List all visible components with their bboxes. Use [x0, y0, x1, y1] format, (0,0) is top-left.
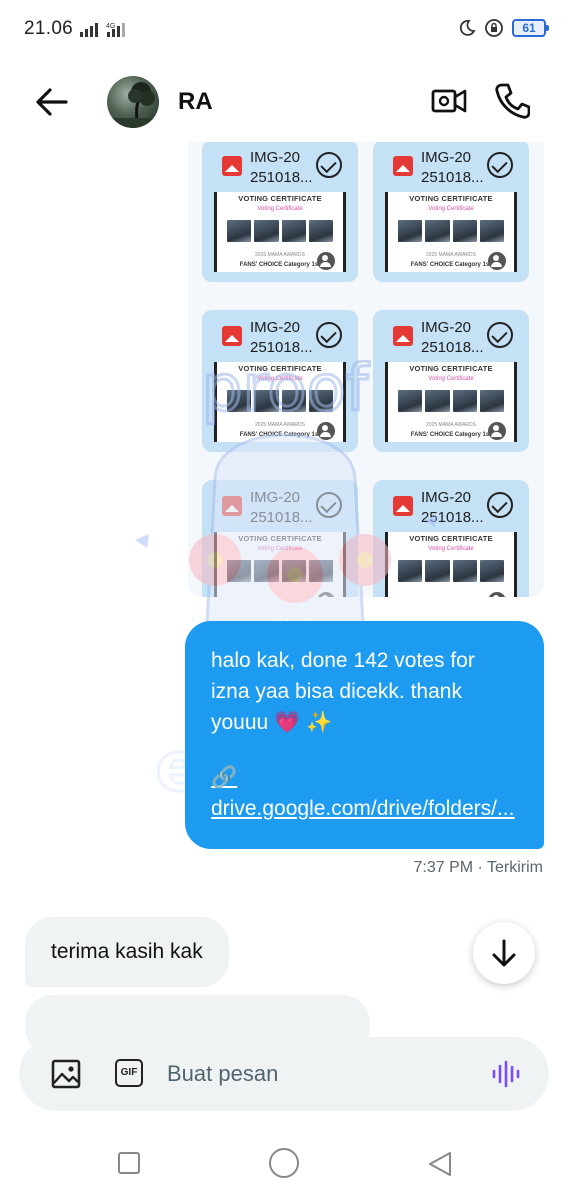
certificate-photos — [227, 220, 333, 242]
certificate-title: VOTING CERTIFICATE — [238, 364, 322, 373]
attachment-thumbnail[interactable]: IMG-20 251018... VOTING CERTIFICATE Voting … — [373, 142, 529, 282]
attachment-filename: IMG-20 251018... — [250, 149, 313, 186]
certificate-title: VOTING CERTIFICATE — [409, 194, 493, 203]
arrow-down-icon — [492, 939, 516, 967]
avatar[interactable] — [107, 76, 159, 128]
attachment-thumbnail[interactable]: IMG-20 251018... VOTING CERTIFICATE Voting … — [202, 310, 358, 452]
system-navigation-bar — [0, 1130, 568, 1200]
check-circle-icon[interactable] — [316, 322, 342, 348]
attachment-thumbnail[interactable]: IMG-20 251018... VOTING CERTIFICATE Voting … — [202, 142, 358, 282]
group-icon — [488, 252, 506, 270]
group-icon — [488, 592, 506, 597]
outgoing-message-bubble[interactable]: halo kak, done 142 votes for izna yaa bi… — [185, 621, 544, 849]
certificate-subtitle: Voting Certificate — [257, 376, 303, 382]
status-bar: 21.06 4G 61 — [0, 0, 568, 60]
check-circle-icon[interactable] — [487, 322, 513, 348]
image-icon[interactable] — [51, 1059, 81, 1089]
attachment-filename: IMG-20 251018... — [421, 319, 484, 356]
certificate-preview: VOTING CERTIFICATE Voting Certificate — [385, 532, 517, 597]
certificate-photos — [227, 390, 333, 412]
signal-icon: 4G — [80, 23, 125, 37]
incoming-message-bubble[interactable]: terima kasih kak — [25, 917, 229, 987]
certificate-photos — [398, 220, 504, 242]
certificate-preview: VOTING CERTIFICATE Voting Certificate 2025… — [385, 192, 517, 272]
image-file-icon — [222, 326, 242, 346]
message-input[interactable] — [167, 1057, 467, 1091]
certificate-photos — [227, 560, 333, 582]
attachment-thumbnail[interactable]: IMG-20 251018... VOTING CERTIFICATE Voting … — [373, 310, 529, 452]
drive-link[interactable]: 🔗 drive.google.com/drive/folders/... — [211, 762, 518, 824]
home-icon[interactable] — [269, 1148, 299, 1178]
certificate-photos — [398, 390, 504, 412]
attachment-thumbnail[interactable]: IMG-20 251018... VOTING CERTIFICATE Voting … — [373, 480, 529, 597]
image-file-icon — [393, 326, 413, 346]
outgoing-message-text: halo kak, done 142 votes for izna yaa bi… — [211, 649, 475, 734]
certificate-preview: VOTING CERTIFICATE Voting Certificate 2025… — [214, 362, 346, 442]
check-circle-icon[interactable] — [487, 152, 513, 178]
scroll-to-bottom-button[interactable] — [473, 922, 535, 984]
moon-icon — [459, 20, 476, 36]
message-composer: GIF — [19, 1037, 549, 1111]
attachment-filename: IMG-20 251018... — [421, 489, 484, 526]
status-time: 21.06 — [24, 18, 74, 39]
certificate-subtitle: Voting Certificate — [428, 546, 474, 552]
certificate-subtitle: Voting Certificate — [257, 206, 303, 212]
certificate-photos — [398, 560, 504, 582]
image-file-icon — [393, 156, 413, 176]
certificate-subtitle: Voting Certificate — [428, 206, 474, 212]
certificate-title: VOTING CERTIFICATE — [409, 364, 493, 373]
certificate-preview: VOTING CERTIFICATE Voting Certificate 2025… — [385, 362, 517, 442]
network-type: 4G — [106, 23, 115, 30]
phone-icon[interactable] — [494, 82, 530, 120]
certificate-title: VOTING CERTIFICATE — [409, 534, 493, 543]
image-file-icon — [222, 496, 242, 516]
certificate-title: VOTING CERTIFICATE — [238, 194, 322, 203]
attachment-filename: IMG-20 251018... — [250, 489, 313, 526]
voice-wave-icon[interactable] — [491, 1059, 523, 1089]
certificate-title: VOTING CERTIFICATE — [238, 534, 322, 543]
check-circle-icon[interactable] — [487, 492, 513, 518]
attachment-filename: IMG-20 251018... — [421, 149, 484, 186]
group-icon — [317, 592, 335, 597]
gif-icon[interactable]: GIF — [115, 1059, 143, 1087]
message-status: 7:37 PM · Terkirim — [413, 859, 543, 876]
chat-header: RA — [0, 60, 568, 142]
certificate-preview: VOTING CERTIFICATE Voting Certificate 2025… — [214, 192, 346, 272]
check-circle-icon[interactable] — [316, 492, 342, 518]
recents-icon[interactable] — [118, 1152, 140, 1174]
video-camera-icon[interactable] — [430, 84, 468, 118]
image-file-icon — [393, 496, 413, 516]
certificate-subtitle: Voting Certificate — [428, 376, 474, 382]
nav-back-icon[interactable] — [425, 1149, 455, 1179]
certificate-subtitle: Voting Certificate — [257, 546, 303, 552]
attachment-thumbnail[interactable]: IMG-20 251018... VOTING CERTIFICATE Voting … — [202, 480, 358, 597]
group-icon — [317, 252, 335, 270]
contact-name[interactable]: RA — [178, 88, 213, 116]
back-arrow-icon[interactable] — [28, 82, 72, 122]
group-icon — [317, 422, 335, 440]
group-icon — [488, 422, 506, 440]
certificate-preview: VOTING CERTIFICATE Voting Certificate — [214, 532, 346, 597]
attachment-filename: IMG-20 251018... — [250, 319, 313, 356]
avatar-tree-image — [107, 82, 159, 128]
image-attachments-message[interactable]: IMG-20 251018... VOTING CERTIFICATE Voting … — [188, 142, 544, 597]
check-circle-icon[interactable] — [316, 152, 342, 178]
battery-icon: 61 — [512, 19, 549, 37]
lock-rotation-icon — [485, 19, 503, 37]
status-icons: 61 — [458, 18, 549, 38]
image-file-icon — [222, 156, 242, 176]
incoming-message-text: terima kasih kak — [51, 940, 203, 963]
